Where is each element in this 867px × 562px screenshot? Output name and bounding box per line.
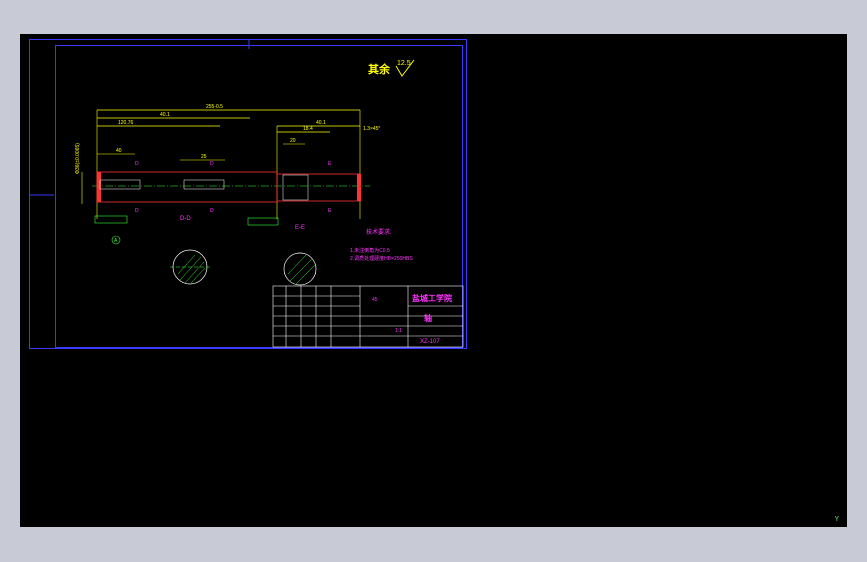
ucs-icon: Y xyxy=(834,515,839,523)
shaft-left xyxy=(96,171,278,203)
keyway-mid xyxy=(183,179,225,190)
label-d4: D xyxy=(210,208,214,214)
roughness-value: 12.5 xyxy=(397,60,411,67)
keyway-right xyxy=(282,174,309,201)
dim-right-40: 40.1 xyxy=(316,120,326,126)
scale: 1:1 xyxy=(395,328,402,334)
dim-left-40: 40.1 xyxy=(160,112,170,118)
tech-req-2: 2.调质处理硬度HB=250HBS xyxy=(350,255,413,262)
tech-req-1: 1.未注倒角为C0.5 xyxy=(350,247,390,254)
section-ee-hatch xyxy=(287,254,316,285)
school-name: 盐城工学院 xyxy=(412,293,452,303)
dim-overall: 255-0.5 xyxy=(206,104,223,110)
part-name: 轴 xyxy=(424,313,432,323)
label-d2: D xyxy=(210,161,214,167)
tech-req-title: 技术要求: xyxy=(366,228,392,236)
dim-18: 18.4 xyxy=(303,126,313,132)
cad-model-space[interactable]: 其余 12.5 255-0.5 40.1 120.76 40.1 18.4 1.… xyxy=(20,34,847,527)
label-e1: E xyxy=(328,161,332,167)
shaft-right xyxy=(276,173,361,202)
datum-a: A xyxy=(114,238,118,244)
drawing-svg: 其余 12.5 255-0.5 40.1 120.76 40.1 18.4 1.… xyxy=(29,39,464,348)
material: 45 xyxy=(372,297,378,303)
section-ee-label: E-E xyxy=(295,225,305,231)
roughness-note: 其余 xyxy=(368,62,391,76)
dim-diameter: Φ36(±0.0065) xyxy=(75,143,81,174)
section-dd-label: D-D xyxy=(180,216,191,222)
chamfer-note: 1.3×45° xyxy=(363,126,380,132)
label-d3: D xyxy=(135,208,139,214)
dim-25: 25 xyxy=(201,154,207,160)
drawing-number: XZ-107 xyxy=(420,339,440,345)
section-dd-hatch xyxy=(177,254,206,284)
dim-20: 20 xyxy=(290,138,296,144)
keyway-left xyxy=(99,179,141,190)
dim-40: 40 xyxy=(116,148,122,154)
shaft-end-left xyxy=(97,172,101,202)
label-d1: D xyxy=(135,161,139,167)
label-e2: E xyxy=(328,208,332,214)
dim-120: 120.76 xyxy=(118,120,134,126)
shaft-end-right xyxy=(357,174,361,201)
